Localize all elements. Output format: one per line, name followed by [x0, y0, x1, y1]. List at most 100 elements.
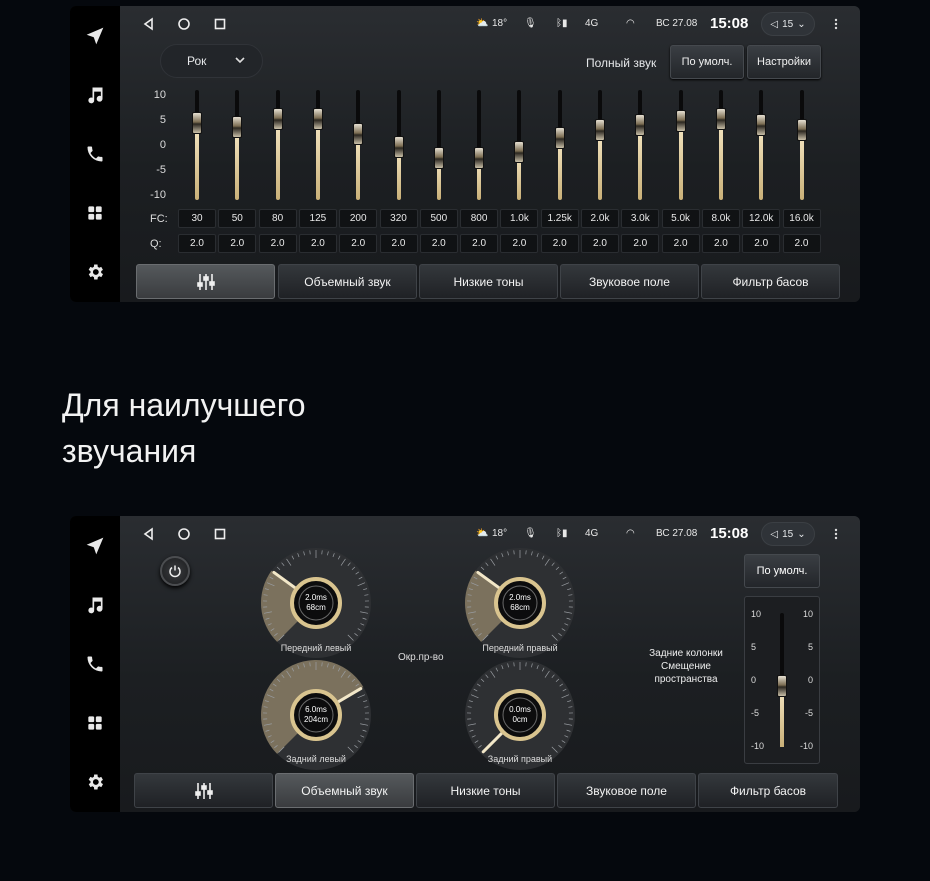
q-value[interactable]: 2.0: [419, 234, 458, 253]
tab-bassfilter[interactable]: Фильтр басов: [701, 264, 840, 299]
preset-dropdown[interactable]: Рок: [160, 44, 263, 78]
tab-surround[interactable]: Объемный звук: [278, 264, 417, 299]
recents-nav-icon[interactable]: [213, 527, 227, 541]
tab-bassfilter[interactable]: Фильтр басов: [698, 773, 838, 808]
slider-knob[interactable]: [433, 147, 444, 170]
fc-value[interactable]: 3.0k: [621, 209, 660, 228]
slider-knob[interactable]: [635, 114, 646, 137]
q-value[interactable]: 2.0: [621, 234, 660, 253]
fc-value[interactable]: 80: [258, 209, 297, 228]
home-nav-icon[interactable]: [177, 527, 191, 541]
back-nav-icon[interactable]: [142, 527, 156, 541]
fc-value[interactable]: 30: [178, 209, 216, 228]
fc-value[interactable]: 125: [298, 209, 337, 228]
slider-knob[interactable]: [474, 147, 485, 170]
eq-band-slider[interactable]: [419, 90, 459, 202]
slider-knob[interactable]: [353, 123, 364, 145]
q-value[interactable]: 2.0: [782, 234, 821, 253]
fc-value[interactable]: 500: [419, 209, 458, 228]
settings-button[interactable]: Настройки: [747, 45, 821, 79]
fc-value[interactable]: 800: [460, 209, 499, 228]
power-toggle[interactable]: [160, 556, 190, 586]
q-value[interactable]: 2.0: [218, 234, 257, 253]
recents-nav-icon[interactable]: [213, 17, 227, 31]
eq-band-slider[interactable]: [338, 90, 378, 202]
fc-value[interactable]: 8.0k: [701, 209, 740, 228]
eq-band-slider[interactable]: [177, 90, 217, 202]
phone-icon[interactable]: [70, 634, 120, 693]
tab-equalizer[interactable]: [136, 264, 275, 299]
q-value[interactable]: 2.0: [742, 234, 781, 253]
eq-band-slider[interactable]: [620, 90, 660, 202]
fc-value[interactable]: 200: [339, 209, 378, 228]
slider-knob[interactable]: [393, 136, 404, 159]
tab-bass[interactable]: Низкие тоны: [416, 773, 555, 808]
settings-gear-icon[interactable]: [70, 752, 120, 811]
eq-band-slider[interactable]: [217, 90, 257, 202]
q-value[interactable]: 2.0: [701, 234, 740, 253]
fc-value[interactable]: 320: [379, 209, 418, 228]
slider-knob[interactable]: [554, 127, 565, 150]
tab-equalizer[interactable]: [134, 773, 273, 808]
slider-knob[interactable]: [796, 118, 807, 141]
eq-band-slider[interactable]: [741, 90, 781, 202]
slider-knob[interactable]: [232, 116, 243, 139]
q-value[interactable]: 2.0: [540, 234, 579, 253]
eq-band-slider[interactable]: [298, 90, 338, 202]
default-button[interactable]: По умолч.: [744, 554, 820, 588]
q-value[interactable]: 2.0: [258, 234, 297, 253]
volume-control[interactable]: ◁ 15 ⌄: [761, 522, 815, 546]
apps-grid-icon[interactable]: [70, 183, 120, 242]
music-icon[interactable]: [70, 65, 120, 124]
q-value[interactable]: 2.0: [298, 234, 337, 253]
more-menu-icon[interactable]: [834, 528, 838, 540]
phone-icon[interactable]: [70, 124, 120, 183]
slider-knob[interactable]: [272, 107, 283, 130]
eq-band-slider[interactable]: [499, 90, 539, 202]
home-nav-icon[interactable]: [177, 17, 191, 31]
q-value[interactable]: 2.0: [178, 234, 216, 253]
fc-value[interactable]: 50: [218, 209, 257, 228]
slider-knob[interactable]: [715, 107, 726, 130]
fc-value[interactable]: 16.0k: [782, 209, 821, 228]
music-icon[interactable]: [70, 575, 120, 634]
back-nav-icon[interactable]: [142, 17, 156, 31]
fc-value[interactable]: 2.0k: [581, 209, 619, 228]
q-value[interactable]: 2.0: [581, 234, 619, 253]
eq-band-slider[interactable]: [258, 90, 298, 202]
settings-gear-icon[interactable]: [70, 242, 120, 301]
slider-knob[interactable]: [675, 109, 686, 132]
more-menu-icon[interactable]: [834, 18, 838, 30]
slider-knob[interactable]: [595, 118, 605, 141]
slider-knob[interactable]: [312, 107, 323, 130]
q-value[interactable]: 2.0: [500, 234, 539, 253]
tab-bass[interactable]: Низкие тоны: [419, 264, 558, 299]
fc-value[interactable]: 5.0k: [661, 209, 700, 228]
slider-knob[interactable]: [514, 140, 525, 163]
q-value[interactable]: 2.0: [339, 234, 378, 253]
eq-band-slider[interactable]: [540, 90, 580, 202]
eq-band-slider[interactable]: [701, 90, 741, 202]
fc-value[interactable]: 1.0k: [500, 209, 539, 228]
navigation-icon[interactable]: [70, 516, 120, 575]
eq-band-slider[interactable]: [459, 90, 499, 202]
eq-band-slider[interactable]: [580, 90, 620, 202]
fc-value[interactable]: 1.25k: [540, 209, 579, 228]
tab-soundfield[interactable]: Звуковое поле: [560, 264, 699, 299]
eq-band-slider[interactable]: [379, 90, 419, 202]
q-value[interactable]: 2.0: [661, 234, 700, 253]
eq-band-slider[interactable]: [782, 90, 822, 202]
eq-band-slider[interactable]: [661, 90, 701, 202]
default-button[interactable]: По умолч.: [670, 45, 744, 79]
volume-control[interactable]: ◁ 15 ⌄: [761, 12, 815, 36]
fc-value[interactable]: 12.0k: [742, 209, 781, 228]
slider-knob[interactable]: [192, 112, 202, 134]
q-value[interactable]: 2.0: [379, 234, 418, 253]
slider-knob[interactable]: [777, 674, 787, 697]
apps-grid-icon[interactable]: [70, 693, 120, 752]
slider-knob[interactable]: [756, 114, 767, 137]
rear-offset-slider[interactable]: 10 5 0 -5 -10 10 5 0 -5 -10: [744, 596, 820, 764]
tab-surround[interactable]: Объемный звук: [275, 773, 414, 808]
navigation-icon[interactable]: [70, 6, 120, 65]
tab-soundfield[interactable]: Звуковое поле: [557, 773, 696, 808]
